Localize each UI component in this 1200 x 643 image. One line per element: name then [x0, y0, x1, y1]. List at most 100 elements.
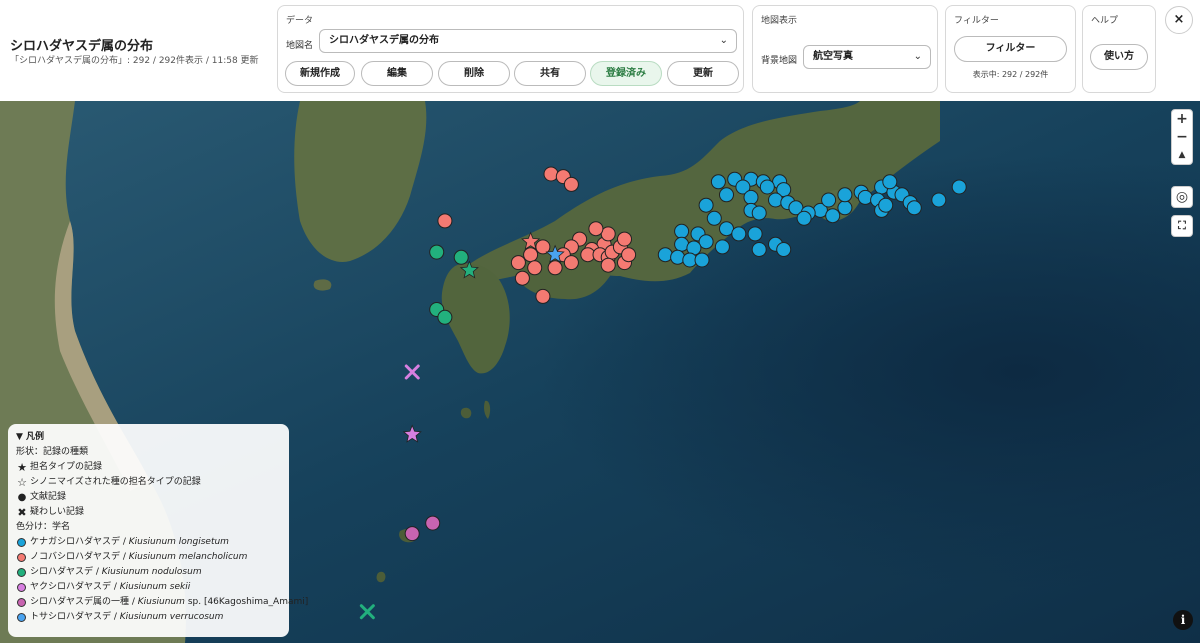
record-marker[interactable]	[547, 260, 563, 276]
record-marker[interactable]	[404, 526, 420, 542]
color-swatch	[17, 613, 26, 622]
map-name-label: 地図名	[286, 41, 314, 51]
record-marker[interactable]	[719, 187, 734, 203]
registered-button[interactable]: 登録済み	[590, 61, 662, 86]
record-marker[interactable]	[437, 213, 453, 229]
record-marker[interactable]	[621, 247, 637, 263]
record-marker[interactable]	[706, 210, 722, 226]
legend-species-list: ケナガシロハダヤスデ / Kiusiunum longisetum ノコバシロハダ…	[16, 535, 308, 625]
species-japanese-name: ケナガシロハダヤスデ /	[30, 537, 129, 547]
basemap-select[interactable]: 航空写真 ⌄	[803, 45, 931, 69]
legend-species-item: シロハダヤスデ / Kiusiunum nodulosum	[16, 565, 281, 580]
record-marker[interactable]	[751, 205, 767, 221]
record-marker[interactable]	[906, 200, 922, 216]
record-marker[interactable]	[796, 210, 812, 226]
record-marker[interactable]	[425, 515, 441, 531]
record-marker[interactable]	[523, 247, 539, 263]
record-marker[interactable]	[931, 192, 947, 208]
star-outline-icon: ☆	[17, 476, 27, 489]
record-marker[interactable]	[510, 255, 526, 271]
record-marker[interactable]	[670, 249, 686, 265]
record-marker[interactable]	[837, 200, 853, 216]
record-marker[interactable]	[563, 255, 579, 271]
record-marker[interactable]	[747, 226, 763, 242]
basemap-label: 背景地図	[761, 56, 798, 66]
zoom-in-button[interactable]: +	[1172, 110, 1192, 128]
record-marker[interactable]	[821, 192, 837, 208]
record-marker[interactable]	[453, 249, 469, 265]
record-marker[interactable]	[714, 239, 730, 255]
help-button[interactable]: 使い方	[1090, 44, 1148, 70]
color-swatch	[17, 568, 26, 577]
fullscreen-icon[interactable]: ⛶	[1171, 215, 1193, 237]
refresh-button[interactable]: 更新	[667, 61, 739, 86]
filter-button[interactable]: フィルター	[954, 36, 1067, 62]
zoom-out-button[interactable]: −	[1172, 128, 1192, 146]
chevron-down-icon: ⌄	[913, 51, 922, 62]
legend-color-heading: 色分け：学名	[16, 522, 71, 532]
record-marker[interactable]	[759, 179, 775, 195]
record-marker[interactable]	[878, 197, 894, 213]
top-bar: シロハダヤスデ属の分布 「シロハダヤスデ属の分布」: 292 / 292件表示 …	[0, 0, 1200, 102]
record-marker[interactable]	[768, 192, 783, 208]
record-marker[interactable]	[600, 257, 616, 273]
map-name-select[interactable]: シロハダヤスデ属の分布 ⌄	[319, 29, 737, 53]
info-icon[interactable]: i	[1173, 610, 1193, 630]
record-marker[interactable]	[882, 174, 898, 190]
color-swatch	[17, 598, 26, 607]
species-scientific-name: Kiusiunum verrucosum	[119, 612, 224, 622]
species-japanese-name: トサシロハダヤスデ /	[30, 612, 120, 622]
record-marker[interactable]	[657, 247, 673, 263]
species-japanese-name: シロハダヤスデ /	[30, 567, 102, 577]
color-swatch	[17, 583, 26, 592]
record-marker[interactable]	[698, 197, 714, 213]
record-marker[interactable]	[429, 244, 445, 260]
record-marker[interactable]	[731, 226, 747, 242]
data-panel-label: データ	[286, 16, 314, 26]
cross-icon: ✖	[17, 506, 27, 519]
edit-button[interactable]: 編集	[361, 61, 433, 86]
record-marker[interactable]	[743, 189, 759, 205]
record-marker[interactable]	[710, 174, 726, 190]
record-status: 「シロハダヤスデ属の分布」: 292 / 292件表示 / 11:58 更新	[10, 56, 259, 66]
compass-button[interactable]: ▲	[1172, 146, 1192, 164]
share-button[interactable]: 共有	[514, 61, 586, 86]
new-map-button[interactable]: 新規作成	[285, 61, 355, 86]
page-title: シロハダヤスデ属の分布	[10, 39, 154, 54]
filter-panel: フィルター フィルター 表示中: 292 / 292件	[945, 5, 1076, 93]
record-marker[interactable]	[514, 270, 530, 286]
record-marker[interactable]	[776, 242, 792, 257]
legend-title[interactable]: ▼ 凡例	[16, 430, 281, 445]
delete-button[interactable]: 削除	[438, 61, 510, 86]
record-marker[interactable]	[437, 309, 453, 325]
record-marker[interactable]	[543, 166, 559, 182]
species-scientific-name: Kiusiunum longisetum	[128, 537, 229, 547]
record-marker[interactable]	[751, 242, 767, 257]
record-marker[interactable]	[527, 260, 543, 276]
close-icon[interactable]: ×	[1165, 6, 1193, 34]
species-suffix: sp. [46Kagoshima_Amami]	[184, 597, 309, 607]
record-marker[interactable]	[674, 223, 690, 239]
record-marker[interactable]	[694, 252, 710, 268]
legend-species-item: シロハダヤスデ属の一種 / Kiusiunum sp. [46Kagoshima…	[16, 595, 308, 610]
record-marker[interactable]	[617, 231, 632, 247]
record-marker[interactable]	[563, 176, 579, 192]
legend-species-item: ケナガシロハダヤスデ / Kiusiunum longisetum	[16, 535, 281, 550]
star-icon: ★	[17, 461, 27, 474]
record-marker[interactable]	[951, 179, 967, 195]
locate-icon[interactable]: ◎	[1171, 186, 1193, 208]
circle-icon: ●	[17, 492, 27, 503]
legend-species-item: ノコバシロハダヤスデ / Kiusiunum melancholicum	[16, 550, 281, 565]
record-marker[interactable]	[825, 208, 841, 224]
legend-shape-label: 文献記録	[30, 492, 67, 502]
tsushima-island	[313, 279, 332, 291]
record-marker[interactable]	[588, 221, 604, 237]
color-swatch	[17, 538, 26, 547]
record-marker[interactable]	[837, 187, 853, 203]
map-canvas[interactable]: + − ▲ ◎ ⛶ ▼ 凡例 形状：記録の種類 ★ 担名タイプの記録 ☆ シノニ…	[0, 101, 1200, 643]
record-marker[interactable]	[535, 288, 551, 304]
help-panel: ヘルプ 使い方	[1082, 5, 1156, 93]
record-marker[interactable]	[857, 189, 873, 205]
legend-shape-doubtful: ✖ 疑わしい記録	[16, 505, 281, 520]
color-swatch	[17, 553, 26, 562]
